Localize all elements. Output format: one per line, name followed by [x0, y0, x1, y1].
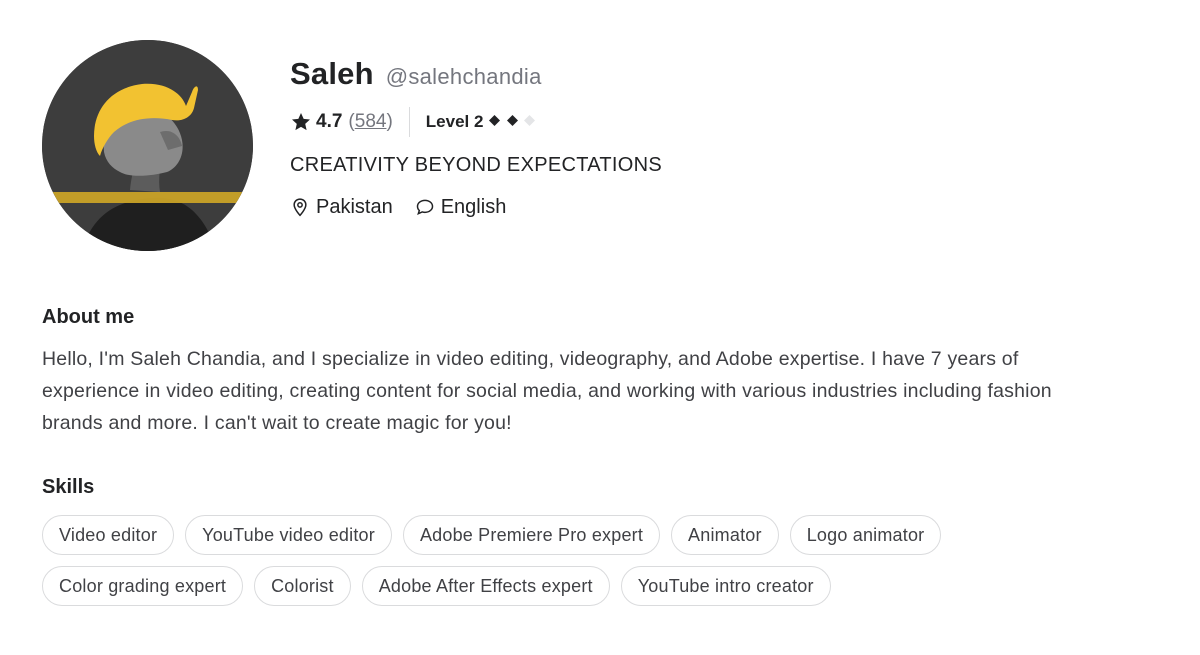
about-title: About me	[42, 306, 135, 328]
tagline: CREATIVITY BEYOND EXPECTATIONS	[290, 154, 663, 176]
skills-section: Skills Video editor YouTube video editor…	[42, 476, 1142, 617]
location-text: Pakistan	[316, 195, 393, 218]
star-icon	[290, 111, 312, 133]
about-text: Hello, I'm Saleh Chandia, and I speciali…	[42, 348, 1052, 434]
skills-title: Skills	[42, 476, 95, 498]
rating-score: 4.7	[316, 111, 343, 132]
skill-chip[interactable]: Adobe After Effects expert	[361, 566, 610, 606]
skill-chip[interactable]: Video editor	[42, 515, 175, 555]
seller-level: Level 2	[425, 112, 484, 131]
review-count-close: )	[386, 111, 393, 132]
name-row: Saleh @salehchandia	[290, 56, 1090, 96]
rating-row: 4.7 (584) Level 2	[290, 106, 1090, 138]
skill-chip[interactable]: YouTube intro creator	[620, 566, 831, 606]
profile-info: Saleh @salehchandia 4.7 (584) Level 2 CR…	[290, 56, 1090, 222]
avatar-image	[42, 40, 253, 251]
reviews-link[interactable]: 584	[355, 111, 387, 132]
meta-row: Pakistan English	[290, 192, 1090, 222]
skill-chip[interactable]: Colorist	[254, 566, 351, 606]
diamond-icon	[506, 115, 518, 126]
location: Pakistan	[290, 196, 393, 219]
skill-chip[interactable]: YouTube video editor	[185, 515, 392, 555]
diamond-icon	[524, 115, 536, 126]
map-pin-icon	[290, 197, 310, 217]
profile-header: Saleh @salehchandia 4.7 (584) Level 2 CR…	[42, 40, 1142, 255]
skills-list: Video editor YouTube video editor Adobe …	[42, 515, 1022, 617]
avatar[interactable]	[42, 40, 253, 251]
divider	[408, 107, 410, 137]
level-indicator	[489, 113, 537, 131]
username: @salehchandia	[385, 64, 542, 89]
speech-bubble-icon	[415, 197, 435, 217]
display-name[interactable]: Saleh	[290, 56, 374, 92]
skill-chip[interactable]: Animator	[671, 515, 779, 555]
skill-chip[interactable]: Adobe Premiere Pro expert	[402, 515, 661, 555]
about-section: About me Hello, I'm Saleh Chandia, and I…	[42, 306, 1082, 439]
diamond-icon	[489, 115, 501, 126]
review-count: (584)	[348, 111, 392, 133]
language: English	[415, 195, 507, 219]
skill-chip[interactable]: Logo animator	[789, 515, 942, 555]
skill-chip[interactable]: Color grading expert	[42, 566, 244, 606]
language-text: English	[440, 195, 507, 218]
